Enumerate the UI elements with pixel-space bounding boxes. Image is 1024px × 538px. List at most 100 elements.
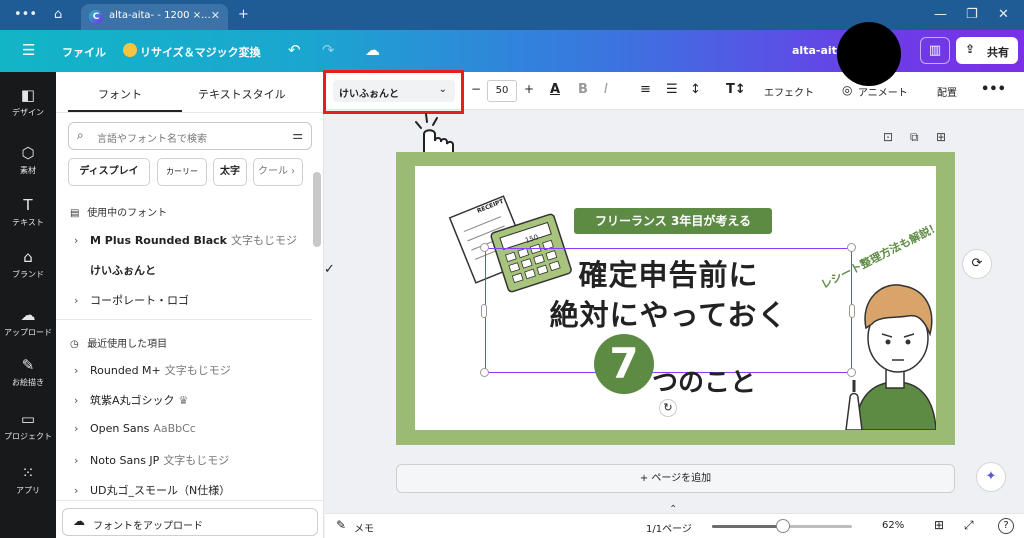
rail-label: 素材 — [20, 166, 36, 175]
chevron-up-icon[interactable]: ⌃ — [669, 504, 677, 515]
resize-handle[interactable] — [480, 243, 489, 252]
fullscreen-icon[interactable]: ⤢ — [964, 518, 974, 533]
font-sample: 文字もじモジ — [230, 234, 297, 247]
bold-icon[interactable]: B — [578, 82, 588, 97]
rail-label: お絵描き — [12, 378, 44, 387]
font-row[interactable]: › M Plus Rounded Black 文字もじモジ — [74, 232, 297, 248]
redo-icon[interactable]: ↷ — [322, 41, 335, 59]
new-tab-icon[interactable]: + — [238, 7, 249, 22]
text-color-icon[interactable]: A — [550, 82, 560, 97]
line-spacing-icon[interactable]: ↕ — [690, 82, 701, 97]
recent-font-row[interactable]: › Noto Sans JP 文字もじモジ — [74, 452, 229, 468]
lock-icon[interactable]: ⊡ — [883, 130, 893, 144]
headline-line-3[interactable]: つのこと — [652, 362, 756, 399]
duplicate-page-icon[interactable]: ⧉ — [910, 130, 919, 145]
rail-label: デザイン — [12, 108, 44, 117]
rail-item[interactable]: ⁙ アプリ — [0, 464, 56, 496]
add-page-icon[interactable]: ⊞ — [936, 130, 946, 144]
font-size-increase[interactable]: + — [524, 82, 534, 96]
recent-font-row[interactable]: › Rounded M+ 文字もじモジ — [74, 362, 231, 378]
share-button[interactable]: ⇪ 共有 — [956, 37, 1018, 64]
comment-button[interactable]: ⟳ — [962, 249, 992, 279]
resize-handle[interactable] — [847, 243, 856, 252]
rail-item[interactable]: ✎ お絵描き — [0, 356, 56, 388]
rail-item[interactable]: ⌂ ブランド — [0, 248, 56, 280]
rail-item[interactable]: ☁ アップロード — [0, 306, 56, 338]
filter-icon[interactable]: ⚌ — [292, 128, 303, 142]
position-button[interactable]: 配置 — [937, 84, 957, 99]
more-icon[interactable]: ••• — [14, 7, 37, 22]
rail-item[interactable]: ⬡ 素材 — [0, 144, 56, 176]
recent-font-row[interactable]: › 筑紫A丸ゴシック ♛ — [74, 392, 188, 408]
tab-title: alta-aita- - 1200 ×... — [109, 10, 211, 21]
rail-label: テキスト — [12, 218, 44, 227]
font-sample: 文字もじモジ — [163, 454, 230, 467]
hamburger-icon[interactable]: ☰ — [22, 41, 35, 59]
undo-icon[interactable]: ↶ — [288, 41, 301, 59]
font-row[interactable]: › コーポレート・ロゴ — [74, 292, 189, 308]
home-icon[interactable]: ⌂ — [54, 7, 62, 22]
rail-item[interactable]: ◧ デザイン — [0, 86, 56, 118]
chip-display[interactable]: ディスプレイ — [68, 158, 150, 186]
recent-font-row[interactable]: › Open Sans AaBbCc — [74, 422, 196, 435]
in-use-section: ▤ 使用中のフォント — [70, 204, 167, 219]
text-orientation-icon[interactable]: T↕ — [726, 82, 746, 97]
file-menu[interactable]: ファイル — [62, 44, 106, 60]
animate-button[interactable]: アニメート — [858, 84, 908, 99]
font-size-input[interactable]: 50 — [487, 80, 517, 102]
document-icon: ▤ — [70, 208, 80, 219]
rotate-icon[interactable]: ↻ — [659, 399, 677, 417]
panel-scrollbar[interactable] — [313, 172, 321, 247]
rail-item[interactable]: T テキスト — [0, 196, 56, 228]
tab-text-styles[interactable]: テキストスタイル — [198, 86, 286, 102]
font-row-selected[interactable]: けいふぉんと ✓ — [74, 262, 335, 278]
help-icon[interactable]: ? — [998, 518, 1014, 534]
cloud-saved-icon[interactable]: ☁ — [365, 41, 380, 59]
page-indicator[interactable]: 1/1ページ — [646, 520, 692, 535]
close-icon[interactable]: ✕ — [211, 9, 220, 22]
chip-cool[interactable]: クール › — [253, 158, 303, 186]
chevron-right-icon: › — [74, 294, 79, 307]
font-name: けいふぉんと — [90, 264, 156, 277]
side-handle[interactable] — [481, 304, 487, 318]
insights-button[interactable]: ▥ — [920, 37, 950, 64]
font-sample: 文字もじモジ — [164, 364, 231, 377]
number-badge[interactable]: 7 — [594, 334, 654, 394]
notes-button[interactable]: メモ — [354, 520, 374, 535]
highlight-annotation — [323, 70, 464, 114]
rail-label: プロジェクト — [4, 432, 52, 441]
rail-item[interactable]: ▭ プロジェクト — [0, 410, 56, 442]
align-center-icon[interactable]: ≡ — [640, 82, 651, 97]
font-size-decrease[interactable]: − — [471, 82, 481, 96]
magic-assistant-button[interactable]: ✦ — [976, 462, 1006, 492]
tab-fonts[interactable]: フォント — [98, 86, 142, 102]
zoom-level[interactable]: 62% — [882, 520, 904, 531]
grid-view-icon[interactable]: ⊞ — [934, 518, 944, 532]
person-illustration — [845, 284, 936, 430]
effects-button[interactable]: エフェクト — [764, 84, 814, 99]
restore-icon[interactable]: ❐ — [966, 7, 978, 22]
browser-tab[interactable]: C alta-aita- - 1200 ×... ✕ — [81, 4, 228, 30]
chip-curly[interactable]: カーリー — [157, 158, 207, 186]
minimize-icon[interactable]: — — [934, 7, 947, 22]
italic-icon[interactable]: I — [604, 82, 608, 97]
notes-icon: ✎ — [336, 518, 347, 532]
check-icon: ✓ — [324, 262, 335, 277]
font-search-input[interactable]: ⌕ 言語やフォント名で検索 ⚌ — [68, 122, 312, 150]
bar-chart-icon: ▥ — [928, 43, 942, 58]
window-close-icon[interactable]: ✕ — [998, 7, 1009, 22]
font-name: コーポレート・ロゴ — [90, 294, 189, 307]
zoom-slider-thumb[interactable] — [776, 519, 790, 533]
more-options-icon[interactable]: ••• — [981, 82, 1006, 97]
resize-handle[interactable] — [480, 368, 489, 377]
subtitle-tag[interactable]: フリーランス 3年目が考える — [574, 208, 772, 234]
upload-font-label: フォントをアップロード — [93, 521, 203, 532]
list-icon[interactable]: ☰ — [666, 82, 678, 97]
add-page-button[interactable]: + ページを追加 — [396, 464, 955, 493]
font-sample: ♛ — [178, 394, 189, 407]
search-placeholder: 言語やフォント名で検索 — [97, 134, 207, 145]
chip-bold[interactable]: 太字 — [213, 158, 247, 186]
recent-font-row[interactable]: › UD丸ゴ_スモール（N仕様） — [74, 482, 234, 498]
resize-button[interactable]: リサイズ＆マジック変換 — [140, 44, 261, 60]
upload-font-button[interactable]: ☁ フォントをアップロード — [62, 508, 318, 536]
